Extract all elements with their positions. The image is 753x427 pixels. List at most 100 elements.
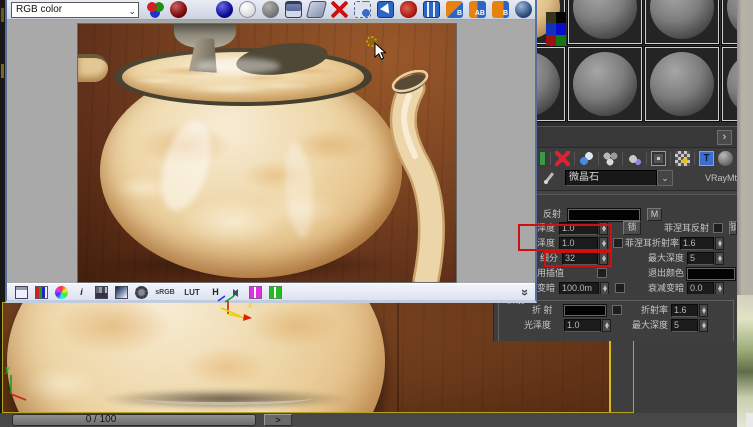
fresnel-lock-button[interactable]: 锁 (729, 221, 737, 235)
next-frame-button[interactable]: > (264, 414, 292, 426)
right-edge-strip (737, 0, 753, 427)
sample-uv-checker-icon[interactable] (675, 151, 690, 166)
material-sphere (573, 0, 637, 39)
edge-icon (1, 64, 4, 78)
gear-icon[interactable] (135, 286, 148, 299)
compare-channels-icon[interactable] (423, 1, 440, 18)
fresnel-reflection-checkbox[interactable] (713, 223, 723, 233)
material-slot[interactable] (645, 47, 719, 121)
max-depth-label: 最大深度 (641, 252, 684, 265)
refraction-color-swatch[interactable] (564, 305, 606, 316)
blue-channel-icon[interactable] (216, 1, 233, 18)
render-last-icon[interactable] (400, 1, 417, 18)
gizmo-x-label: x (247, 300, 253, 310)
glossiness-map-checkbox[interactable] (613, 238, 623, 248)
chevron-down-icon: ⌄ (128, 4, 136, 18)
palette-nav-row: › (537, 126, 737, 147)
palette-more-button[interactable]: › (717, 130, 732, 145)
annotation-box-glossiness (518, 224, 612, 251)
background-window-sliver (737, 295, 753, 427)
rendered-image (77, 23, 457, 283)
assign-to-selection-icon[interactable] (579, 151, 594, 166)
use-interpolation-checkbox[interactable] (597, 268, 607, 278)
material-slot[interactable] (568, 0, 642, 44)
vray-globe-icon[interactable] (515, 1, 532, 18)
material-slot[interactable] (722, 0, 737, 44)
material-slot[interactable] (568, 47, 642, 121)
mini-chip-icon[interactable] (539, 151, 546, 166)
levels-icon[interactable] (95, 286, 108, 299)
fresnel-ior-field[interactable]: 1.6 (680, 237, 714, 250)
material-id-icon[interactable]: T (699, 151, 714, 166)
material-editor-toolbar: T (537, 147, 737, 168)
reflection-color-swatch[interactable] (568, 209, 640, 221)
vfb-canvas (7, 20, 535, 283)
material-type-button[interactable]: VRayMt (687, 170, 737, 186)
srgb-icon[interactable]: sRGB (155, 286, 175, 299)
gradient-icon[interactable] (115, 286, 128, 299)
histogram-icon[interactable] (35, 286, 48, 299)
region-render-icon[interactable] (354, 1, 371, 18)
show-in-viewport-icon[interactable] (603, 151, 618, 166)
refraction-max-depth-field[interactable]: 5 (671, 319, 698, 332)
edge-icon (1, 8, 4, 22)
background-icon[interactable] (651, 151, 666, 166)
spinner[interactable] (715, 237, 724, 250)
material-name-dropdown-arrow[interactable]: ⌄ (657, 170, 673, 186)
material-sphere (537, 52, 560, 116)
fresnel-ior-label: 菲涅耳折射率 (625, 237, 678, 250)
lock-glossiness-button[interactable]: 锁 (623, 221, 641, 235)
spinner[interactable] (699, 319, 708, 332)
clear-image-icon[interactable] (331, 1, 348, 18)
spinner[interactable] (715, 252, 724, 265)
material-slot[interactable] (537, 47, 565, 121)
toolbar-separator (670, 152, 671, 165)
make-unique-icon[interactable] (627, 151, 642, 166)
pick-material-eyedropper-icon[interactable] (542, 171, 556, 185)
track-mouse-icon[interactable] (377, 1, 394, 18)
red-channel-icon[interactable] (170, 1, 187, 18)
save-image-icon[interactable] (285, 1, 302, 18)
delete-material-icon[interactable] (555, 151, 570, 166)
material-slot[interactable] (645, 0, 719, 44)
exit-color-label: 退出颜色 (641, 267, 684, 280)
b-buffer-icon[interactable]: B (492, 1, 509, 18)
toolbar-separator (550, 152, 551, 165)
color-wheel-icon[interactable] (55, 286, 68, 299)
ab-horizontal-compare-icon[interactable]: AB (469, 1, 486, 18)
ior-label: 折射率 (632, 304, 668, 317)
channel-select-dropdown[interactable]: RGB color⌄ (11, 2, 139, 18)
white-alpha-icon[interactable] (239, 1, 256, 18)
material-name-field[interactable]: 微晶石 (565, 170, 657, 186)
collapse-chevron-icon[interactable]: » (518, 289, 533, 296)
max-depth-field[interactable]: 5 (687, 252, 714, 265)
ab-diagonal-compare-icon[interactable]: B (446, 1, 463, 18)
mono-channel-icon[interactable] (262, 1, 279, 18)
green-channel-icon[interactable] (193, 1, 210, 18)
toolbar-separator (646, 152, 647, 165)
spinner[interactable] (602, 319, 611, 332)
world-axis-y-label: y (4, 364, 10, 374)
time-slider-bar: 0 / 100 > (0, 413, 737, 427)
show-end-result-icon[interactable] (718, 151, 733, 166)
green-bars-icon[interactable] (269, 286, 282, 299)
frame-region-icon[interactable] (15, 286, 28, 299)
rgb-channels-icon[interactable] (147, 1, 164, 18)
refraction-glossiness-field[interactable]: 1.0 (564, 319, 601, 332)
lut-icon[interactable]: LUT (182, 286, 202, 299)
time-slider-thumb[interactable]: 0 / 100 (12, 414, 256, 426)
exit-color-swatch[interactable] (687, 268, 735, 280)
reflection-map-button[interactable]: M (647, 208, 662, 221)
spinner[interactable] (699, 304, 708, 317)
toolbar-separator (574, 152, 575, 165)
material-sphere (650, 52, 714, 116)
clone-buffer-icon[interactable] (306, 1, 327, 18)
move-gizmo[interactable]: x (210, 293, 270, 327)
info-icon[interactable]: i (75, 286, 88, 299)
wood-plank-seam (397, 303, 399, 412)
material-slot[interactable] (722, 47, 737, 121)
dim-distance-checkbox[interactable] (615, 283, 625, 293)
refraction-map-checkbox[interactable] (612, 305, 622, 315)
toolbar-separator (598, 152, 599, 165)
ior-field[interactable]: 1.6 (671, 304, 698, 317)
